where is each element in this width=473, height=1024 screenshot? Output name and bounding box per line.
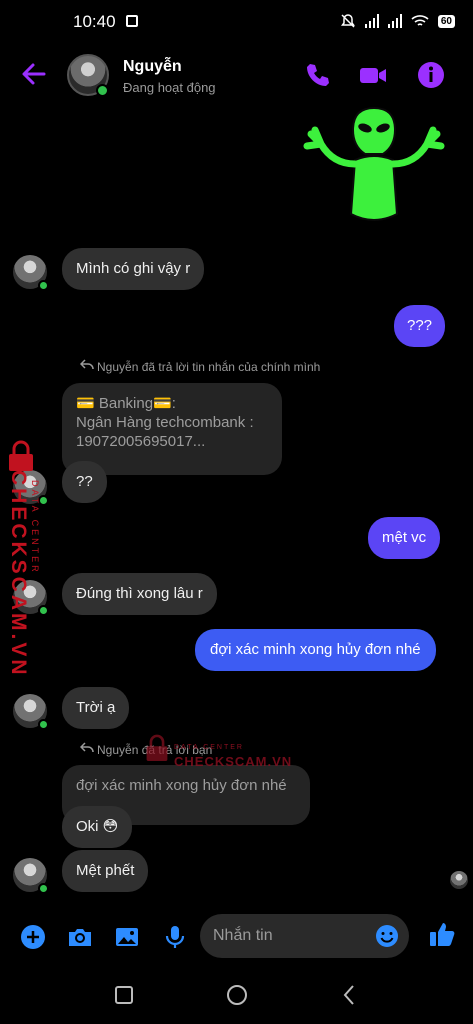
camera-icon[interactable] bbox=[67, 924, 93, 950]
message-bubble-incoming[interactable]: Trời ạ bbox=[62, 687, 130, 729]
home-icon[interactable] bbox=[226, 984, 248, 1006]
system-nav-bar bbox=[0, 964, 473, 1024]
message-input[interactable]: Nhắn tin bbox=[200, 914, 409, 958]
sender-avatar[interactable] bbox=[13, 858, 49, 894]
contact-name[interactable]: Nguyễn bbox=[123, 58, 182, 76]
sender-avatar[interactable] bbox=[13, 694, 49, 730]
watermark-subtext: DATA CENTER bbox=[174, 744, 244, 751]
wifi-icon bbox=[411, 15, 429, 26]
message-input-placeholder: Nhắn tin bbox=[213, 927, 273, 944]
back-icon[interactable] bbox=[339, 984, 361, 1006]
status-bar: 10:40 60 bbox=[0, 0, 473, 44]
recents-icon[interactable] bbox=[113, 984, 135, 1006]
back-arrow-icon[interactable] bbox=[20, 60, 48, 88]
online-indicator bbox=[38, 280, 49, 291]
status-icons: 60 bbox=[340, 13, 455, 29]
plus-icon[interactable] bbox=[20, 924, 46, 950]
contact-status: Đang hoạt động bbox=[123, 80, 216, 95]
lock-watermark-icon bbox=[146, 734, 168, 761]
emoji-icon[interactable] bbox=[375, 924, 399, 948]
message-bubble-outgoing[interactable]: mệt vc bbox=[368, 517, 441, 559]
online-indicator bbox=[38, 605, 49, 616]
message-bubble-incoming[interactable]: Mình có ghi vậy r bbox=[62, 248, 205, 290]
microphone-icon[interactable] bbox=[162, 924, 188, 950]
reply-note: Nguyễn đã trả lời tin nhắn của chính mìn… bbox=[97, 360, 321, 374]
message-composer: Nhắn tin bbox=[0, 910, 473, 962]
signal-icon bbox=[364, 14, 379, 28]
signal-icon-2 bbox=[387, 14, 402, 28]
alien-sticker[interactable] bbox=[303, 104, 445, 228]
clock: 10:40 bbox=[73, 12, 116, 31]
watermark-text: CHECKSCAM.VN bbox=[7, 470, 30, 678]
message-bubble-outgoing[interactable]: đợi xác minh xong hủy đơn nhé bbox=[195, 629, 436, 671]
online-indicator bbox=[96, 84, 109, 97]
mute-icon bbox=[340, 14, 355, 28]
watermark-subtext: DATA CENTER bbox=[30, 480, 40, 575]
quoted-message[interactable]: 💳 Banking💳: Ngân Hàng techcombank : 1907… bbox=[62, 383, 282, 475]
image-icon[interactable] bbox=[114, 924, 140, 950]
battery-icon: 60 bbox=[437, 14, 455, 28]
watermark-text: CHECKSCAM.VN bbox=[174, 754, 293, 769]
phone-icon[interactable] bbox=[303, 60, 333, 90]
online-indicator bbox=[38, 719, 49, 730]
seen-avatar bbox=[450, 871, 468, 889]
chat-header: Nguyễn Đang hoạt động bbox=[0, 48, 473, 104]
notification-icon bbox=[126, 15, 138, 27]
message-bubble-incoming[interactable]: ?? bbox=[62, 461, 107, 503]
info-icon[interactable] bbox=[416, 60, 446, 90]
thumbs-up-icon[interactable] bbox=[428, 920, 456, 948]
message-bubble-incoming[interactable]: Đúng thì xong lâu r bbox=[62, 573, 217, 615]
video-call-icon[interactable] bbox=[358, 60, 388, 90]
sender-avatar[interactable] bbox=[13, 255, 49, 291]
online-indicator bbox=[38, 883, 49, 894]
reply-icon bbox=[80, 742, 94, 753]
reply-icon bbox=[80, 359, 94, 370]
message-bubble-outgoing[interactable]: ??? bbox=[394, 305, 446, 347]
message-bubble-incoming[interactable]: Mệt phết bbox=[62, 850, 149, 892]
message-bubble-incoming[interactable]: Oki 😳 bbox=[62, 806, 133, 848]
lock-watermark-icon bbox=[9, 440, 33, 471]
